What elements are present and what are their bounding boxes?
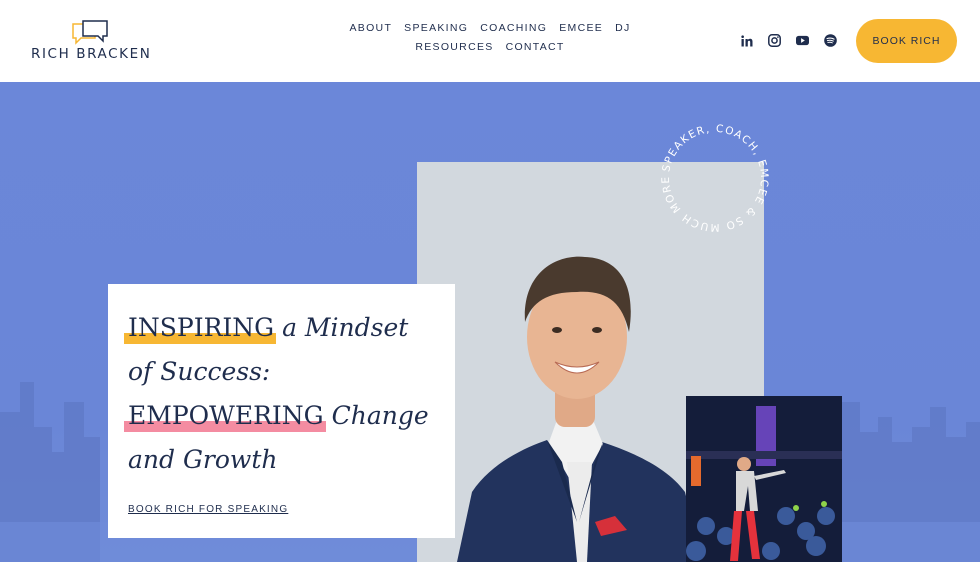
nav-dj[interactable]: DJ [615,22,630,34]
nav-coaching[interactable]: COACHING [480,22,547,34]
book-speaking-link[interactable]: BOOK RICH FOR SPEAKING [128,504,288,515]
linkedin-icon[interactable] [740,34,753,47]
social-links [740,34,837,47]
nav-row-1: ABOUT SPEAKING COACHING EMCEE DJ [349,22,629,34]
nav-speaking[interactable]: SPEAKING [404,22,468,34]
logo[interactable]: RICH BRACKEN [31,20,171,62]
headline-rest-1: a Mindset [282,313,409,342]
stage-scene-illustration [686,396,842,562]
circle-tagline-text: SPEAKER, COACH, EMCEE & SO MUCH MORE. [645,108,769,233]
book-rich-button[interactable]: BOOK RICH [856,19,957,63]
headline-line-4: and Growth [128,445,278,474]
site-header: RICH BRACKEN ABOUT SPEAKING COACHING EMC… [0,0,980,82]
highlight-inspiring: INSPIRING [124,306,277,350]
nav-resources[interactable]: RESOURCES [415,41,493,53]
speech-bubbles-icon [72,20,108,45]
headline-line-3: EMPOWERING Change [124,394,448,438]
hero-text-card: INSPIRING a Mindset of Success: EMPOWERI… [108,284,455,538]
main-nav: ABOUT SPEAKING COACHING EMCEE DJ RESOURC… [349,22,629,60]
nav-contact[interactable]: CONTACT [506,41,565,53]
svg-text:SPEAKER, COACH, EMCEE & SO MUC: SPEAKER, COACH, EMCEE & SO MUCH MORE. [645,108,770,233]
instagram-icon[interactable] [768,34,781,47]
stage-performance-photo [686,396,842,562]
logo-text: RICH BRACKEN [31,46,152,62]
headline-word-empowering: EMPOWERING [128,401,324,430]
headline-word-inspiring: INSPIRING [128,313,275,342]
hero-section: SPEAKER, COACH, EMCEE & SO MUCH MORE. IN… [0,82,980,562]
headline-rest-2: Change [331,401,429,430]
highlight-empowering: EMPOWERING [124,394,326,438]
nav-row-2: RESOURCES CONTACT [360,41,620,53]
spotify-icon[interactable] [824,34,837,47]
nav-emcee[interactable]: EMCEE [559,22,603,34]
hero-headline: INSPIRING a Mindset of Success: EMPOWERI… [124,306,448,482]
circle-tagline: SPEAKER, COACH, EMCEE & SO MUCH MORE. [645,108,770,233]
headline-line-2: of Success: [128,357,271,386]
headline-line-1: INSPIRING a Mindset [124,306,448,350]
nav-about[interactable]: ABOUT [349,22,392,34]
youtube-icon[interactable] [796,34,809,47]
